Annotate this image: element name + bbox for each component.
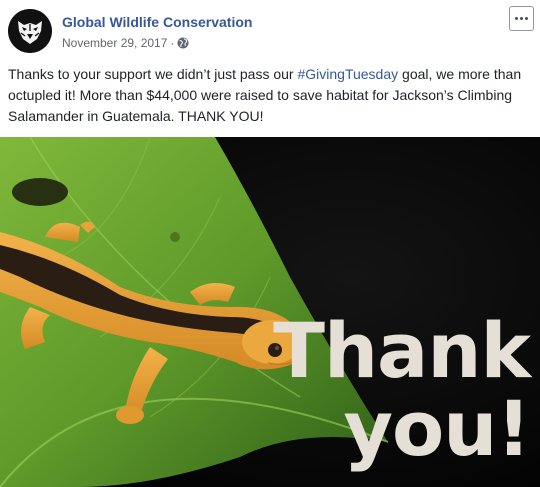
- ellipsis-icon[interactable]: [509, 6, 534, 31]
- facebook-post: Global Wildlife Conservation November 29…: [0, 0, 540, 487]
- post-photo[interactable]: Thank you!: [0, 137, 540, 487]
- post-header: Global Wildlife Conservation November 29…: [0, 0, 540, 62]
- post-message: Thanks to your support we didn’t just pa…: [8, 64, 532, 127]
- meta-separator: ·: [170, 36, 175, 50]
- message-text-start: Thanks to your support we didn’t just pa…: [8, 66, 298, 82]
- gwc-logo: [8, 9, 52, 53]
- page-avatar[interactable]: [8, 9, 52, 53]
- hashtag-link[interactable]: #GivingTuesday: [297, 66, 398, 82]
- post-timestamp[interactable]: November 29, 2017: [62, 36, 167, 50]
- salamander-on-leaf: [0, 137, 540, 487]
- post-meta: November 29, 2017 ·: [62, 36, 189, 50]
- globe-icon[interactable]: [177, 37, 189, 49]
- page-name-link[interactable]: Global Wildlife Conservation: [62, 14, 252, 30]
